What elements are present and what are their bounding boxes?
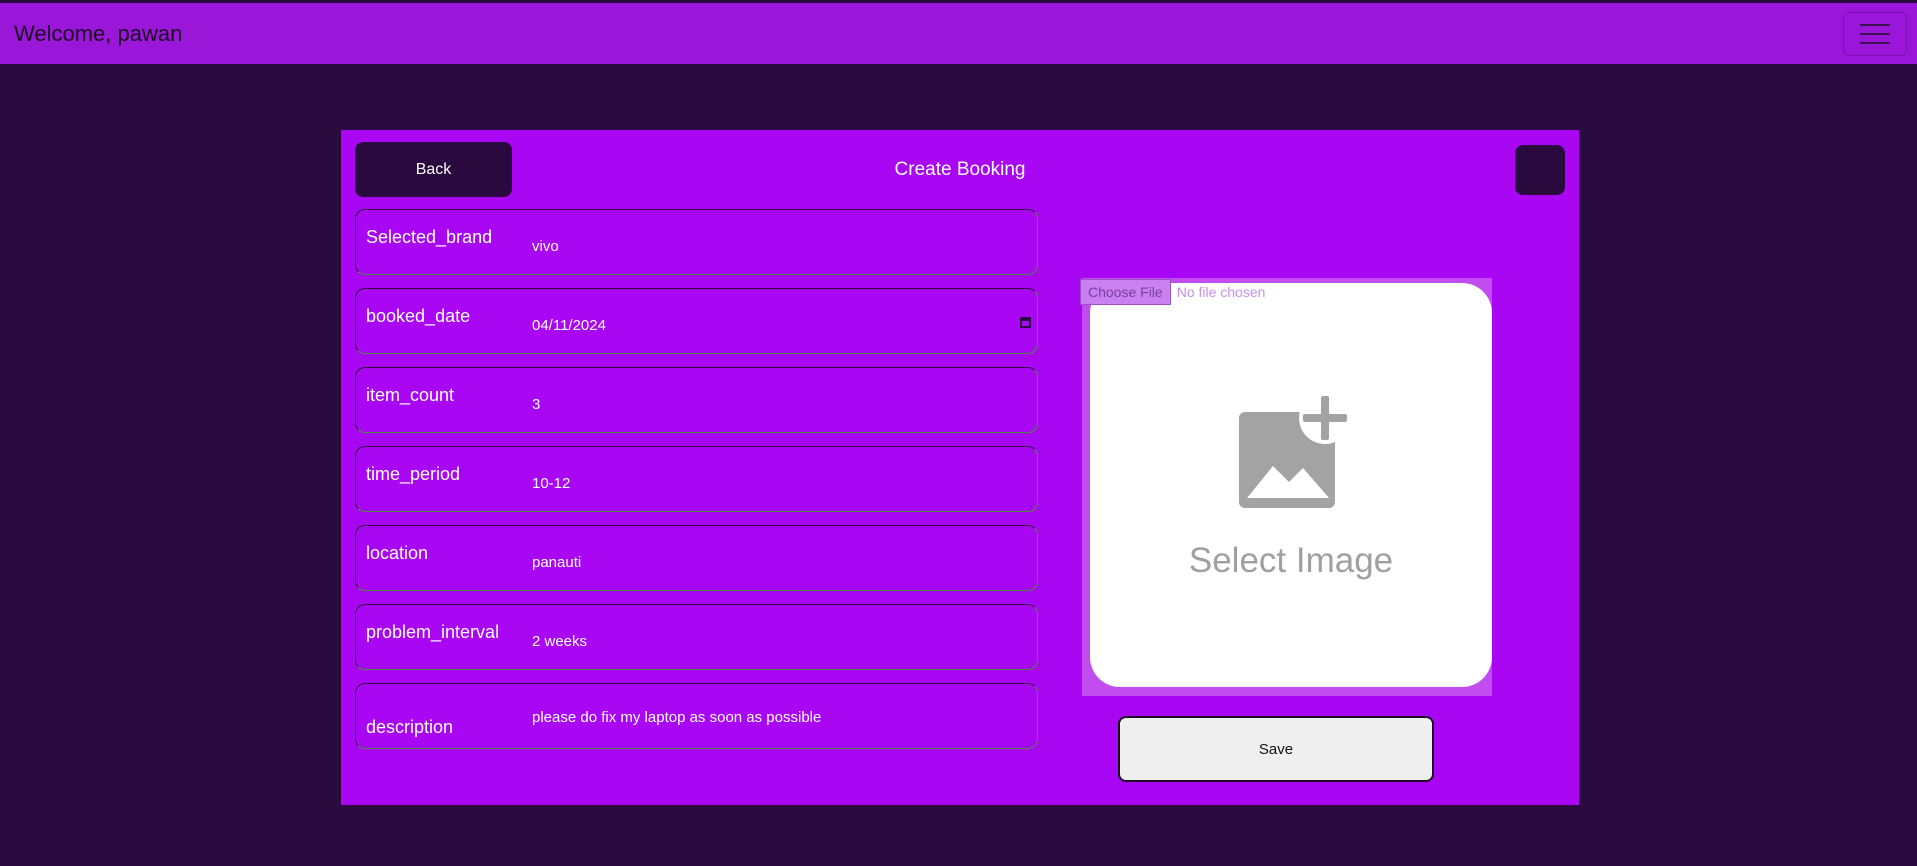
- field-label: problem_interval: [366, 622, 500, 642]
- field-item-count: item_count: [355, 367, 1038, 433]
- location-input[interactable]: [532, 551, 1027, 573]
- save-button[interactable]: Save: [1118, 716, 1434, 782]
- welcome-text: Welcome, pawan: [14, 20, 183, 46]
- add-image-icon: [1239, 394, 1351, 508]
- field-label: description: [366, 717, 454, 737]
- menu-toggle-button[interactable]: [1843, 11, 1907, 56]
- booked-date-input[interactable]: [532, 314, 1027, 336]
- field-booked-date: booked_date: [355, 288, 1038, 354]
- field-label: Selected_brand: [366, 227, 493, 247]
- corner-button[interactable]: [1515, 145, 1565, 195]
- field-label: time_period: [366, 464, 461, 484]
- item-count-input[interactable]: [532, 393, 1027, 415]
- hamburger-icon-line: [1860, 32, 1890, 35]
- field-label: booked_date: [366, 306, 471, 326]
- choose-file-button[interactable]: Choose File: [1080, 279, 1171, 305]
- field-problem-interval: problem_interval: [355, 604, 1038, 670]
- page-title: Create Booking: [894, 159, 1026, 180]
- time-period-input[interactable]: [532, 472, 1027, 494]
- field-time-period: time_period: [355, 446, 1038, 512]
- problem-interval-input[interactable]: [532, 630, 1027, 652]
- top-navbar: Welcome, pawan: [0, 3, 1917, 64]
- field-label: location: [366, 543, 429, 563]
- description-input[interactable]: [532, 706, 1027, 728]
- field-location: location: [355, 525, 1038, 591]
- file-input: Choose File No file chosen: [1080, 278, 1265, 306]
- create-booking-panel: Back Create Booking Selected_brand booke…: [341, 130, 1579, 805]
- file-status-text: No file chosen: [1176, 284, 1266, 300]
- select-image-area[interactable]: Select Image: [1090, 283, 1492, 687]
- selected-brand-input[interactable]: [532, 235, 1027, 257]
- hamburger-icon-line: [1860, 41, 1890, 44]
- hamburger-icon: [1860, 23, 1890, 26]
- field-description: description: [355, 683, 1038, 749]
- image-picker: Select Image: [1082, 278, 1492, 696]
- calendar-icon[interactable]: [1020, 317, 1031, 328]
- select-image-text: Select Image: [1188, 541, 1394, 580]
- field-label: item_count: [366, 385, 455, 405]
- field-selected-brand: Selected_brand: [355, 209, 1038, 275]
